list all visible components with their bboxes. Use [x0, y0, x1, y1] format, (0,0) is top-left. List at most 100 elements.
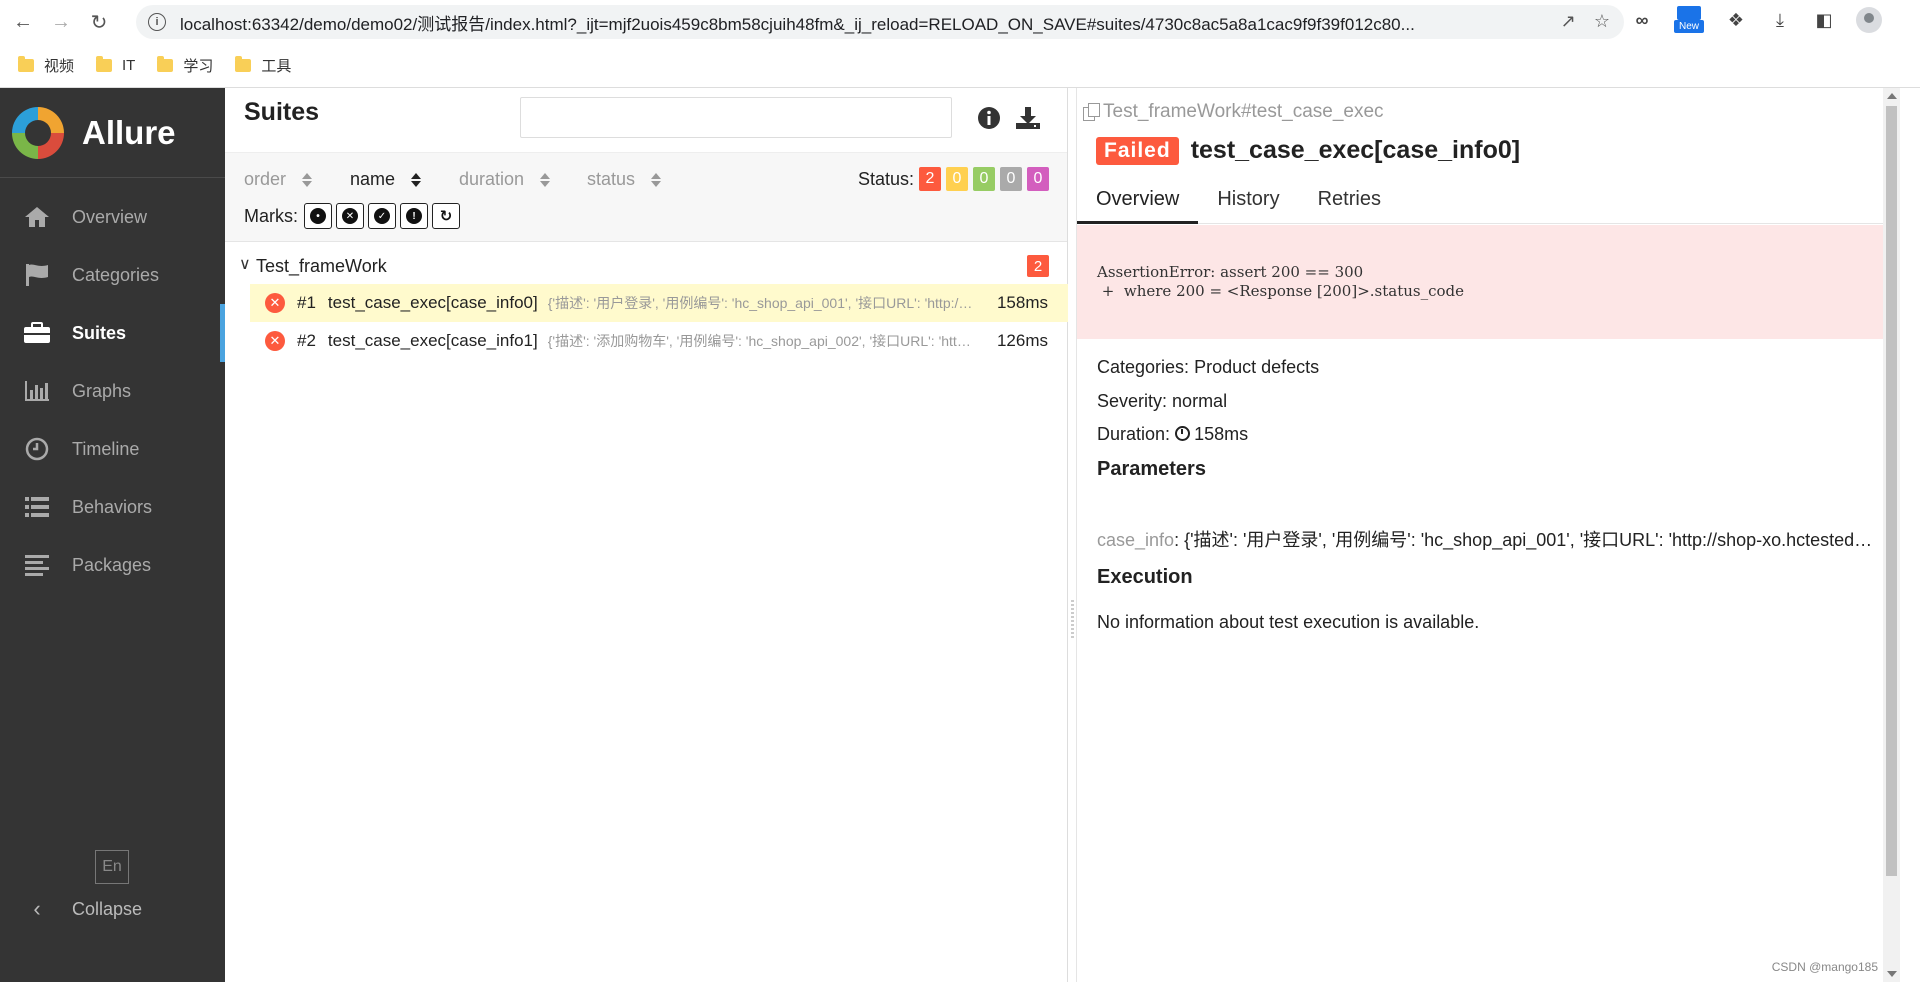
sorter-label: duration [459, 169, 525, 189]
tab-overview[interactable]: Overview [1077, 184, 1199, 224]
duration-label: Duration: [1097, 424, 1171, 444]
status-badge: Failed [1096, 136, 1179, 165]
new-failed-mark-button[interactable]: ✕ [336, 203, 364, 229]
exclamation-circle-icon: ! [406, 208, 422, 224]
forward-arrow-icon[interactable]: → [46, 7, 76, 37]
sort-status[interactable]: status [587, 169, 662, 190]
sort-arrows-icon [411, 172, 422, 187]
sidebar-item-label: Graphs [72, 380, 132, 401]
language-switch[interactable]: En [95, 850, 129, 884]
bookmark-folder[interactable]: IT [96, 56, 135, 74]
execution-title: Execution [1097, 566, 1193, 588]
sort-arrows-icon [302, 172, 313, 187]
bookmark-folder[interactable]: 学习 [157, 55, 213, 76]
brand[interactable]: Allure [0, 88, 225, 178]
scroll-up-icon[interactable] [1887, 93, 1897, 99]
new-passed-mark-button[interactable]: ✓ [368, 203, 396, 229]
bar-chart-icon [22, 379, 52, 403]
status-failed-count[interactable]: 2 [919, 167, 941, 191]
sidebar-item-suites[interactable]: Suites [0, 304, 225, 362]
details-tabs: Overview History Retries [1077, 184, 1900, 224]
status-broken-count[interactable]: 0 [946, 167, 968, 191]
share-icon[interactable]: ↗ [1561, 11, 1576, 32]
suites-pane: Suites order name duration status Status… [225, 88, 1068, 982]
sidebar-item-packages[interactable]: Packages [0, 536, 225, 594]
sidebar-item-categories[interactable]: Categories [0, 246, 225, 304]
tab-history[interactable]: History [1198, 184, 1298, 224]
parameter-name: case_info [1097, 530, 1175, 550]
puzzle-extensions-icon[interactable]: ❖ [1724, 8, 1748, 32]
error-message-box: AssertionError: assert 200 == 300 + wher… [1077, 225, 1900, 339]
test-name: test_case_exec[case_info0] [327, 293, 538, 312]
download-icon[interactable]: ⤓ [1768, 8, 1792, 32]
bookmark-folder[interactable]: 工具 [235, 55, 291, 76]
home-icon [22, 205, 52, 229]
status-skipped-count[interactable]: 0 [1000, 167, 1022, 191]
sidebar-item-graphs[interactable]: Graphs [0, 362, 225, 420]
status-unknown-count[interactable]: 0 [1027, 167, 1049, 191]
sidebar-item-label: Behaviors [72, 496, 153, 517]
marks-label: Marks: [244, 205, 298, 226]
bookmarks-bar: 视频 IT 学习 工具 [0, 44, 1920, 88]
address-bar[interactable]: i localhost:63342/demo/demo02/测试报告/index… [136, 5, 1624, 39]
sidebar-nav: Overview Categories Suites Graphs Timeli… [0, 188, 225, 594]
suite-group-row[interactable]: ∨ Test_frameWork 2 [225, 248, 1067, 284]
site-info-icon[interactable]: i [148, 13, 166, 31]
copy-icon[interactable] [1083, 103, 1100, 121]
breadcrumb: Test_frameWork#test_case_exec [1083, 101, 1384, 123]
new-broken-mark-button[interactable]: ! [400, 203, 428, 229]
back-arrow-icon[interactable]: ← [8, 7, 38, 37]
test-params: {'描述': '添加购物车', '用例编号': 'hc_shop_api_002… [547, 333, 973, 349]
severity-line: Severity: normal [1097, 391, 1227, 412]
download-icon[interactable] [1015, 106, 1040, 130]
parameter-value: {'描述': '用户登录', '用例编号': 'hc_shop_api_001'… [1184, 530, 1875, 550]
sort-arrows-icon [651, 172, 662, 187]
bookmark-label: 学习 [183, 58, 214, 75]
new-extension-icon[interactable]: New [1674, 6, 1704, 34]
info-icon[interactable] [977, 106, 1001, 130]
flaky-mark-button[interactable]: • [304, 203, 332, 229]
parameters-title: Parameters [1097, 458, 1206, 480]
folder-icon [235, 56, 252, 72]
sidebar-item-label: Packages [72, 554, 152, 575]
retries-mark-button[interactable]: ↻ [432, 203, 460, 229]
test-row[interactable]: ✕ #2 test_case_exec[case_info1] {'描述': '… [250, 322, 1068, 360]
infinity-extension-icon[interactable]: ∞ [1630, 8, 1654, 32]
status-passed-count[interactable]: 0 [973, 167, 995, 191]
sorter-label: order [244, 169, 287, 189]
collapse-button[interactable]: ‹ Collapse [22, 896, 142, 922]
test-params: {'描述': '用户登录', '用例编号': 'hc_shop_api_001'… [547, 295, 973, 311]
details-scrollbar[interactable] [1883, 88, 1900, 982]
check-circle-icon: ✓ [374, 208, 390, 224]
folder-icon [18, 56, 34, 72]
bookmark-label: 工具 [261, 58, 292, 75]
sidebar-item-behaviors[interactable]: Behaviors [0, 478, 225, 536]
profile-avatar[interactable] [1856, 7, 1882, 33]
pane-splitter[interactable] [1068, 88, 1077, 982]
sidebar-item-overview[interactable]: Overview [0, 188, 225, 246]
folder-icon [96, 56, 113, 72]
scroll-down-icon[interactable] [1887, 971, 1897, 977]
sort-duration[interactable]: duration [459, 169, 551, 190]
bookmark-star-icon[interactable]: ☆ [1594, 11, 1610, 32]
bookmark-folder[interactable]: 视频 [18, 55, 74, 76]
status-filter: Status: 2 0 0 0 0 [858, 167, 1049, 191]
sort-order[interactable]: order [244, 169, 313, 190]
url-text[interactable]: localhost:63342/demo/demo02/测试报告/index.h… [180, 10, 1540, 35]
sidebar-item-label: Categories [72, 264, 160, 285]
test-name: test_case_exec[case_info1] [327, 331, 538, 350]
suite-group-count: 2 [1027, 255, 1049, 277]
splitter-grip[interactable] [1071, 600, 1074, 640]
search-input[interactable] [520, 97, 952, 138]
sidebar-item-timeline[interactable]: Timeline [0, 420, 225, 478]
scrollbar-thumb[interactable] [1886, 106, 1897, 876]
chevron-left-icon: ‹ [33, 896, 41, 921]
severity-label: Severity: [1097, 391, 1168, 411]
new-badge-label: New [1674, 20, 1704, 33]
sort-name[interactable]: name [350, 169, 422, 190]
side-panel-icon[interactable]: ◧ [1812, 8, 1836, 32]
categories-value[interactable]: Product defects [1194, 357, 1319, 377]
reload-icon[interactable]: ↻ [84, 7, 114, 37]
test-row[interactable]: ✕ #1 test_case_exec[case_info0] {'描述': '… [250, 284, 1068, 322]
tab-retries[interactable]: Retries [1299, 184, 1400, 224]
